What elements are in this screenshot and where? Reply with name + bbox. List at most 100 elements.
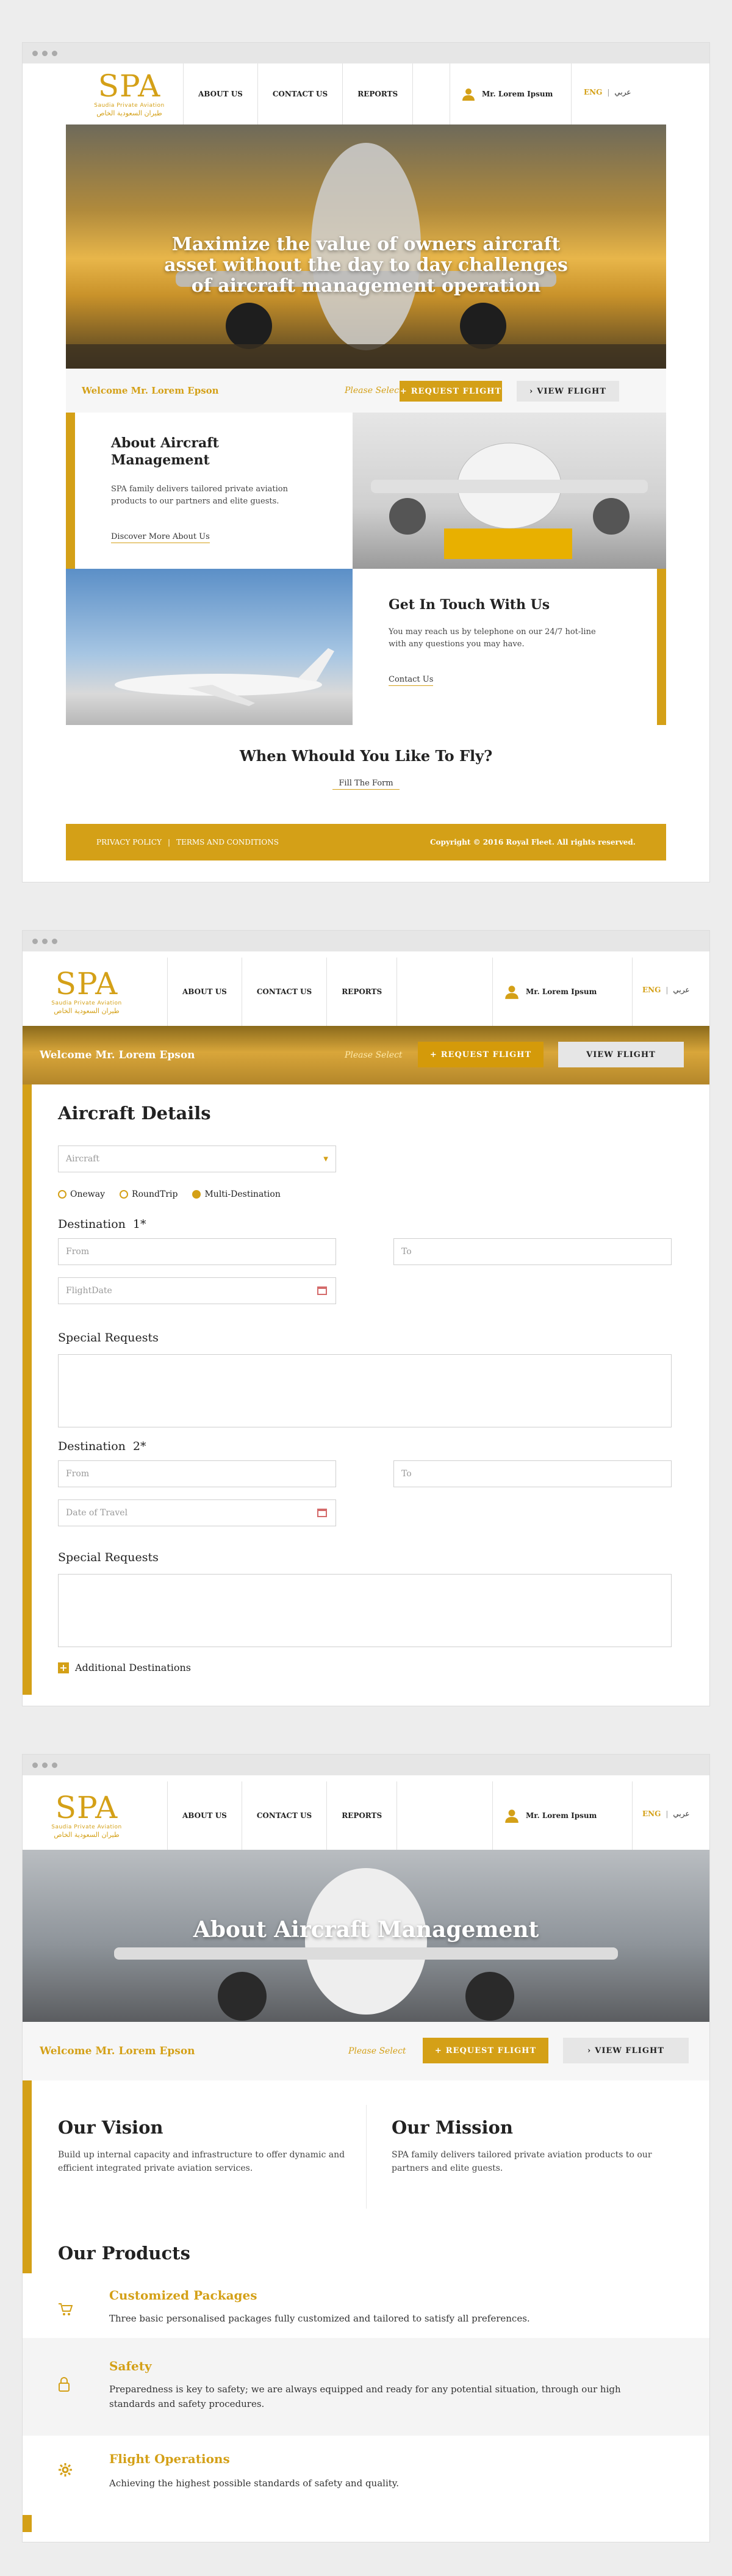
radio-label: Oneway (70, 1189, 106, 1199)
terms-link[interactable]: TERMS AND CONDITIONS (176, 838, 279, 846)
aircraft-select[interactable]: Aircraft ▼ (58, 1145, 336, 1172)
product-title: Customized Packages (109, 2288, 257, 2303)
request-flight-button[interactable]: + REQUEST FLIGHT (423, 2038, 548, 2063)
view-flight-button[interactable]: VIEW FLIGHT (558, 1042, 684, 1067)
vision-text: Build up internal capacity and infrastru… (58, 2150, 345, 2173)
radio-circle-selected (192, 1190, 201, 1199)
flight-date-placeholder: FlightDate (66, 1286, 112, 1296)
chevron-down-icon: ▼ (323, 1155, 328, 1163)
radio-oneway[interactable]: Oneway (58, 1189, 105, 1199)
from-input-1[interactable]: From (58, 1238, 336, 1265)
user-menu[interactable]: Mr. Lorem Ipsum (492, 1781, 633, 1850)
contact-link[interactable]: Contact Us (389, 675, 434, 686)
request-flight-label: REQUEST FLIGHT (445, 2046, 537, 2055)
view-flight-label: VIEW FLIGHT (537, 386, 606, 396)
footer-links: PRIVACY POLICY | TERMS AND CONDITIONS (96, 838, 279, 846)
from-input-2[interactable]: From (58, 1460, 336, 1487)
nav-contact-us[interactable]: CONTACT US (242, 1781, 328, 1850)
nav-about-us[interactable]: ABOUT US (167, 1781, 242, 1850)
additional-destinations-button[interactable]: + Additional Destinations (58, 1662, 191, 1673)
fly-title: When Whould You Like To Fly? (239, 747, 493, 765)
window-request-form: SPA Saudia Private Aviation طيران السعود… (23, 931, 709, 1706)
special-requests-textarea-1[interactable] (58, 1354, 672, 1427)
aircraft-placeholder: Aircraft (66, 1154, 99, 1164)
request-flight-button[interactable]: + REQUEST FLIGHT (418, 1042, 544, 1067)
logo[interactable]: SPA Saudia Private Aviation طيران السعود… (65, 63, 193, 124)
user-name: Mr. Lorem Ipsum (526, 1811, 597, 1820)
welcome-text: Welcome Mr. Lorem Epson (40, 2045, 195, 2057)
mission-text: SPA family delivers tailored private avi… (392, 2150, 652, 2173)
radio-roundtrip[interactable]: RoundTrip (120, 1189, 178, 1199)
radio-multi-destination[interactable]: Multi-Destination (192, 1189, 281, 1199)
mission-block: Our Mission SPA family delivers tailored… (392, 2117, 684, 2175)
arrow-icon: › (529, 386, 534, 396)
calendar-icon[interactable] (317, 1509, 327, 1517)
about-link[interactable]: Discover More About Us (111, 532, 210, 543)
logo[interactable]: SPA Saudia Private Aviation طيران السعود… (23, 958, 151, 1026)
logo-arabic: طيران السعودية الخاص (54, 1831, 120, 1839)
lang-eng[interactable]: ENG (584, 88, 602, 96)
main-nav: ABOUT US CONTACT US REPORTS (167, 1781, 398, 1850)
request-flight-button[interactable]: + REQUEST FLIGHT (400, 381, 502, 402)
view-flight-button[interactable]: › VIEW FLIGHT (517, 381, 619, 402)
nav-about-us[interactable]: ABOUT US (167, 958, 242, 1026)
special-requests-textarea-2[interactable] (58, 1574, 672, 1647)
language-switch: ENG | عربي (584, 88, 631, 96)
view-flight-label: VIEW FLIGHT (586, 1050, 656, 1059)
arrow-icon: › (587, 2046, 592, 2055)
lang-eng[interactable]: ENG (642, 1809, 661, 1818)
window-chrome (23, 1755, 709, 1775)
gold-accent (23, 1084, 32, 1695)
private-jet (115, 648, 334, 706)
fill-form-link[interactable]: Fill The Form (332, 779, 400, 790)
about-card: About Aircraft Management SPA family del… (66, 413, 353, 569)
nav-reports[interactable]: REPORTS (343, 63, 414, 124)
date-of-travel-input[interactable]: Date of Travel (58, 1499, 336, 1526)
gold-accent (66, 413, 75, 569)
lang-separator: | (607, 88, 610, 96)
vision-block: Our Vision Build up internal capacity an… (58, 2117, 351, 2175)
nav-contact-us[interactable]: CONTACT US (258, 63, 343, 124)
hero-title: About Aircraft Management (193, 1917, 539, 1943)
nav-reports[interactable]: REPORTS (327, 958, 398, 1026)
product-text: Achieving the highest possible standards… (109, 2478, 400, 2489)
window-dot (32, 1762, 38, 1768)
form-title: Aircraft Details (58, 1103, 211, 1124)
lang-arabic[interactable]: عربي (673, 1809, 689, 1818)
privacy-link[interactable]: PRIVACY POLICY (96, 838, 162, 846)
window-about: SPA Saudia Private Aviation طيران السعود… (23, 1755, 709, 2542)
special-requests-label-2: Special Requests (58, 1551, 159, 1564)
welcome-text: Welcome Mr. Lorem Epson (82, 385, 219, 396)
lang-arabic[interactable]: عربي (673, 986, 689, 994)
plus-square-icon: + (58, 1662, 69, 1673)
to-placeholder: To (401, 1469, 412, 1479)
to-input-2[interactable]: To (393, 1460, 672, 1487)
welcome-bar: Welcome Mr. Lorem Epson Please Select + R… (23, 1026, 709, 1084)
lang-arabic[interactable]: عربي (614, 88, 631, 96)
logo[interactable]: SPA Saudia Private Aviation طيران السعود… (23, 1781, 151, 1850)
additional-destinations-label: Additional Destinations (75, 1662, 191, 1673)
radio-label: Multi-Destination (204, 1189, 281, 1199)
about-content: Our Vision Build up internal capacity an… (23, 2080, 709, 2532)
lang-eng[interactable]: ENG (642, 986, 661, 994)
user-menu[interactable]: Mr. Lorem Ipsum (450, 63, 572, 124)
fly-section: When Whould You Like To Fly? Fill The Fo… (66, 725, 666, 818)
flight-date-input[interactable]: FlightDate (58, 1277, 336, 1304)
please-select: Please Select (345, 386, 403, 395)
vision-title: Our Vision (58, 2117, 163, 2138)
main-nav: ABOUT US CONTACT US REPORTS (183, 63, 414, 124)
site-header: SPA Saudia Private Aviation طيران السعود… (23, 1781, 709, 1850)
view-flight-button[interactable]: › VIEW FLIGHT (563, 2038, 689, 2063)
site-header: SPA Saudia Private Aviation طيران السعود… (23, 63, 709, 124)
window-dot (42, 1762, 48, 1768)
to-input-1[interactable]: To (393, 1238, 672, 1265)
nav-reports[interactable]: REPORTS (327, 1781, 398, 1850)
calendar-icon[interactable] (317, 1286, 327, 1295)
nav-about-us[interactable]: ABOUT US (183, 63, 258, 124)
user-menu[interactable]: Mr. Lorem Ipsum (492, 958, 633, 1026)
window-dot (42, 939, 48, 944)
nav-contact-us[interactable]: CONTACT US (242, 958, 328, 1026)
gear-icon (58, 2462, 73, 2481)
destination-1-label: Destination 1* (58, 1218, 146, 1231)
trip-type-group: Oneway RoundTrip Multi-Destination (58, 1189, 281, 1199)
